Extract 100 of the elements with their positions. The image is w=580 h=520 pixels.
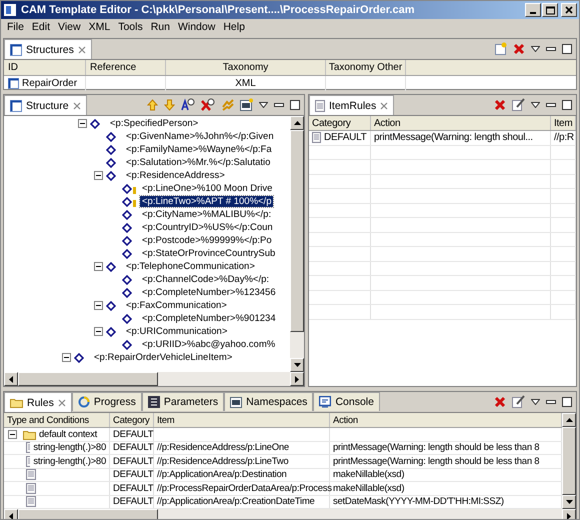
table-cell: DEFAULT: [113, 496, 154, 508]
right-arrow-icon[interactable]: [567, 512, 571, 519]
scrollbar[interactable]: [562, 413, 576, 509]
scrollbar[interactable]: [290, 116, 304, 372]
minimize-icon[interactable]: [546, 102, 556, 106]
scrollbar[interactable]: [4, 372, 304, 386]
menu-item[interactable]: XML: [88, 21, 110, 33]
maximize-icon[interactable]: [562, 100, 572, 110]
edit-icon[interactable]: [512, 395, 525, 408]
tree-item[interactable]: <p:LineTwo>%APT # 100%</p: [140, 196, 274, 208]
remove-icon[interactable]: [201, 98, 215, 111]
view-menu-icon[interactable]: [531, 398, 540, 404]
delete-icon[interactable]: [513, 42, 525, 54]
up-arrow-icon[interactable]: [566, 418, 572, 422]
down-arrow-icon[interactable]: [566, 500, 572, 504]
collapse-toggle[interactable]: [8, 430, 17, 439]
view-tab[interactable]: Structures: [4, 39, 92, 59]
menu-item[interactable]: Run: [150, 21, 170, 33]
column-header[interactable]: Category: [309, 116, 371, 130]
table-cell: string-length(.)>80: [33, 456, 106, 467]
view-menu-icon[interactable]: [531, 46, 540, 52]
tree-item[interactable]: <p:CountryID>%US%</p:Coun: [140, 222, 275, 234]
delete-icon[interactable]: [494, 396, 506, 408]
tree-item[interactable]: <p:GivenName>%John%</p:Given: [124, 130, 276, 142]
close-button[interactable]: [561, 3, 577, 17]
tree-item[interactable]: <p:CompleteNumber>%901234: [140, 312, 278, 324]
close-icon[interactable]: [58, 398, 66, 406]
column-header[interactable]: Action: [371, 116, 551, 130]
column-header[interactable]: Category: [110, 413, 154, 427]
column-header[interactable]: Reference: [86, 60, 166, 75]
menu-item[interactable]: File: [7, 21, 24, 33]
tree-item[interactable]: <p:URICommunication>: [124, 326, 230, 338]
tree-item[interactable]: <p:RepairOrderVehicleLineItem>: [92, 352, 234, 364]
menu-item[interactable]: Window: [178, 21, 216, 33]
view-tab[interactable]: ItemRules: [309, 95, 394, 115]
diamond-icon: [74, 352, 84, 362]
tree-item[interactable]: <p:ChannelCode>%Day%</p:: [140, 274, 272, 286]
column-header[interactable]: Item: [154, 413, 330, 427]
menu-item[interactable]: Help: [223, 21, 245, 33]
maximize-icon[interactable]: [562, 396, 572, 406]
minimize-icon[interactable]: [274, 102, 284, 106]
tree-item[interactable]: <p:CompleteNumber>%123456: [140, 286, 278, 298]
tree-item[interactable]: <p:ResidenceAddress>: [124, 170, 227, 182]
tree-item[interactable]: <p:FamilyName>%Wayne%</p:Fa: [124, 144, 274, 156]
collapse-toggle[interactable]: [94, 301, 103, 310]
tree-item[interactable]: <p:URIID>%abc@yahoo.com%: [140, 338, 278, 350]
menu-item[interactable]: Edit: [32, 21, 50, 33]
view-tab[interactable]: Namespaces: [224, 392, 314, 411]
tree-item[interactable]: <p:SpecifiedPerson>: [108, 118, 200, 130]
view-tab[interactable]: Structure: [4, 95, 87, 115]
tree-item[interactable]: <p:TelephoneCommunication>: [124, 260, 257, 272]
view-tab[interactable]: Console: [313, 392, 380, 411]
maximize-button[interactable]: [542, 3, 558, 17]
collapse-toggle[interactable]: [94, 327, 103, 336]
collapse-toggle[interactable]: [78, 119, 87, 128]
scrollbar[interactable]: [4, 509, 576, 519]
view-tab[interactable]: Progress: [72, 392, 142, 411]
edit-icon[interactable]: [512, 98, 525, 111]
tree-item[interactable]: <p:StateOrProvinceCountrySub: [140, 248, 278, 260]
column-header[interactable]: Item: [551, 116, 576, 130]
left-arrow-icon[interactable]: [9, 512, 13, 519]
maximize-icon[interactable]: [562, 44, 572, 54]
close-icon[interactable]: [380, 102, 388, 110]
column-header[interactable]: Type and Conditions: [4, 413, 110, 427]
down-arrow-icon[interactable]: [294, 363, 300, 367]
close-icon[interactable]: [78, 46, 86, 54]
up-arrow-icon[interactable]: [294, 121, 300, 125]
collapse-toggle[interactable]: [94, 171, 103, 180]
left-arrow-icon[interactable]: [9, 376, 13, 382]
tree-item[interactable]: <p:LineOne>%100 Moon Drive: [140, 182, 274, 194]
table-cell: DEFAULT: [324, 132, 367, 144]
maximize-icon[interactable]: [290, 100, 300, 110]
view-tab[interactable]: Parameters: [142, 392, 224, 411]
column-header[interactable]: Taxonomy: [166, 60, 326, 75]
minimize-icon[interactable]: [546, 46, 556, 50]
column-header[interactable]: ID: [4, 60, 86, 75]
tree-item[interactable]: <p:Postcode>%99999%</p:Po: [140, 234, 274, 246]
view-menu-icon[interactable]: [259, 102, 268, 108]
collapse-toggle[interactable]: [94, 262, 103, 271]
new-document-icon[interactable]: [494, 42, 507, 55]
minimize-icon[interactable]: [546, 400, 556, 404]
view-menu-icon[interactable]: [531, 102, 540, 108]
minimize-button[interactable]: [525, 3, 541, 17]
table-cell: default context: [39, 428, 98, 440]
delete-icon[interactable]: [494, 98, 506, 110]
document-icon: [26, 456, 30, 467]
right-arrow-icon[interactable]: [295, 376, 299, 382]
table-cell: DEFAULT: [113, 482, 154, 494]
tree-item[interactable]: <p:CityName>%MALIBU%</p:: [140, 208, 274, 220]
document-icon: [315, 100, 325, 112]
column-header[interactable]: Taxonomy Other: [326, 60, 406, 75]
menu-item[interactable]: View: [58, 21, 81, 33]
view-tab[interactable]: Rules: [4, 392, 72, 412]
close-icon[interactable]: [72, 102, 81, 110]
menu-item[interactable]: Tools: [118, 21, 143, 33]
find-icon[interactable]: [181, 98, 195, 111]
tree-item[interactable]: <p:FaxCommunication>: [124, 300, 229, 312]
table-cell: //p:ProcessRepairOrderDataArea/p:Process: [157, 482, 332, 494]
tree-item[interactable]: <p:Salutation>%Mr.%</p:Salutatio: [124, 156, 272, 168]
collapse-toggle[interactable]: [62, 353, 71, 362]
